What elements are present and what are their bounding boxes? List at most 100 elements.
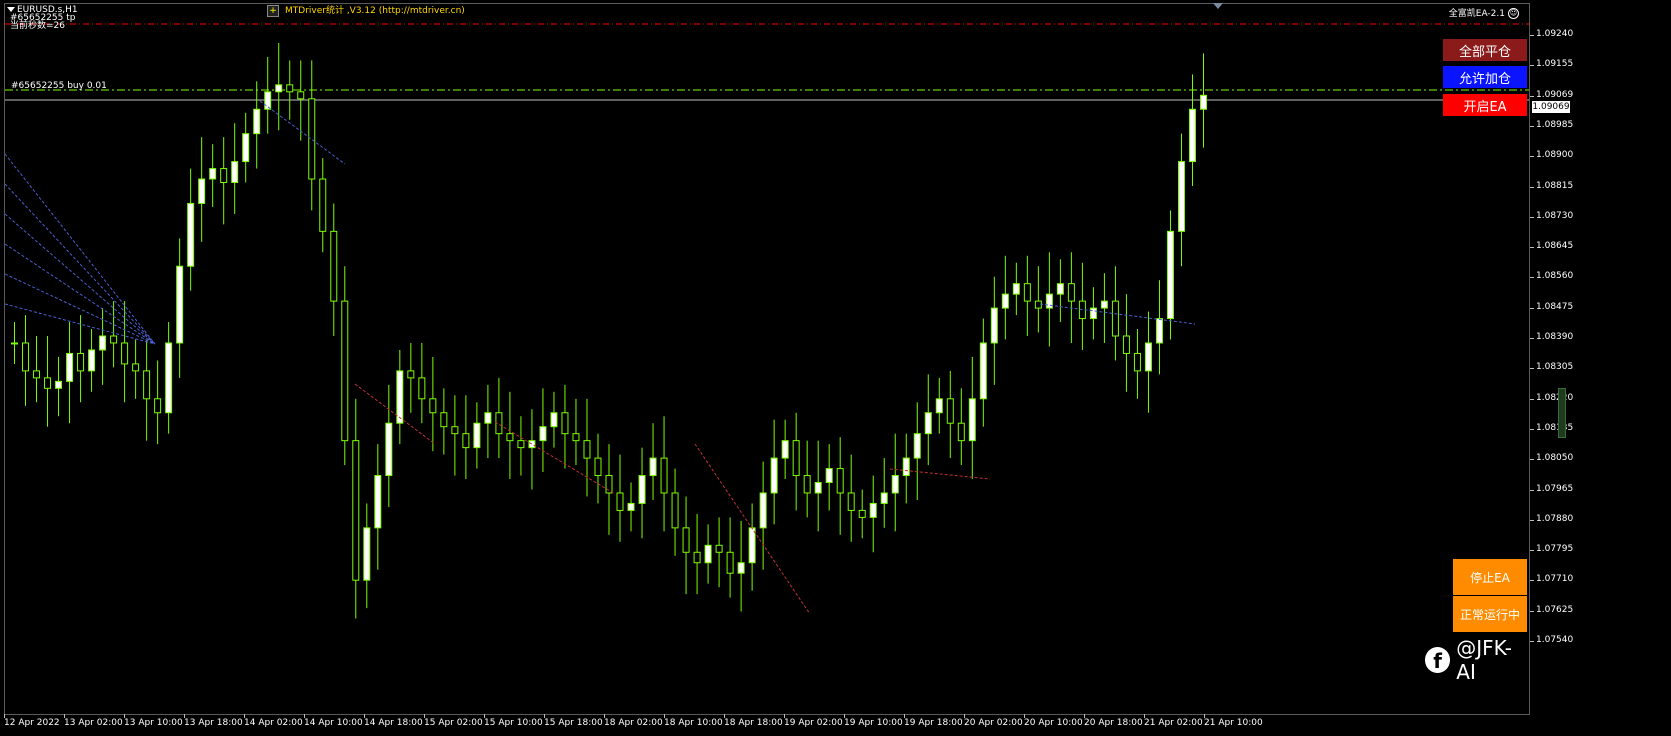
candle-body bbox=[231, 161, 239, 184]
y-tick: 1.08645 bbox=[1529, 241, 1574, 252]
chart-canvas[interactable] bbox=[5, 4, 1529, 714]
indicator-header: + MTDriver统计 ,V3.12 (http://mtdriver.cn) bbox=[267, 5, 465, 17]
x-tick: 15 Apr 18:00 bbox=[544, 714, 603, 728]
candle-body bbox=[704, 544, 712, 564]
allow-add-button[interactable]: 允许加仓 bbox=[1443, 66, 1527, 88]
candle-body bbox=[473, 422, 481, 449]
candle-body bbox=[1045, 293, 1053, 309]
y-tick: 1.08390 bbox=[1529, 332, 1574, 342]
candle-body bbox=[396, 370, 404, 424]
candle-body bbox=[1067, 283, 1075, 302]
candle-body bbox=[913, 433, 921, 459]
y-tick: 1.08220 bbox=[1529, 392, 1574, 403]
candle-body bbox=[22, 342, 30, 372]
candle-body bbox=[407, 370, 415, 379]
x-tick: 20 Apr 02:00 bbox=[964, 714, 1023, 728]
x-tick: 20 Apr 10:00 bbox=[1024, 714, 1083, 728]
watermark-text: @JFK-AI bbox=[1456, 636, 1512, 684]
plus-icon[interactable]: + bbox=[267, 5, 279, 17]
trade-link-line bbox=[5, 273, 156, 345]
candle-body bbox=[660, 457, 668, 494]
candle-body bbox=[484, 412, 492, 424]
y-tick: 1.07965 bbox=[1529, 483, 1574, 494]
candle-body bbox=[1023, 283, 1031, 302]
candle-body bbox=[946, 398, 954, 424]
candle-body bbox=[220, 168, 228, 184]
x-tick: 19 Apr 02:00 bbox=[784, 714, 843, 728]
candle-body bbox=[935, 398, 943, 414]
candle-body bbox=[869, 502, 877, 518]
candle-body bbox=[968, 398, 976, 442]
candle-body bbox=[1034, 300, 1042, 309]
chart-area[interactable]: EURUSD.s,H1 #65652255 tp 当前秒数=26 + MTDri… bbox=[4, 3, 1530, 715]
y-tick: 1.07880 bbox=[1529, 513, 1574, 524]
y-tick: 1.07795 bbox=[1529, 544, 1574, 555]
candle-body bbox=[1166, 230, 1174, 320]
candle-body bbox=[792, 440, 800, 477]
start-ea-button[interactable]: 开启EA bbox=[1443, 94, 1527, 116]
candle-body bbox=[517, 440, 525, 449]
y-tick: 1.08560 bbox=[1529, 271, 1574, 282]
candle-body bbox=[286, 84, 294, 93]
candle-body bbox=[616, 492, 624, 511]
candle-body bbox=[1144, 342, 1152, 372]
candle-body bbox=[451, 426, 459, 435]
candle-body bbox=[297, 91, 305, 100]
candle-body bbox=[715, 544, 723, 553]
y-tick: 1.08985 bbox=[1529, 119, 1574, 130]
candle-body bbox=[957, 422, 965, 442]
candle-body bbox=[440, 412, 448, 428]
candle-body bbox=[121, 342, 129, 365]
x-tick: 15 Apr 02:00 bbox=[424, 714, 483, 728]
candle-body bbox=[825, 468, 833, 484]
x-tick: 18 Apr 10:00 bbox=[664, 714, 723, 728]
y-tick: 1.09155 bbox=[1529, 59, 1574, 70]
candle-body bbox=[693, 551, 701, 564]
scroll-handle[interactable] bbox=[1558, 388, 1566, 438]
trade-link-line bbox=[5, 183, 156, 345]
candle-body bbox=[847, 492, 855, 511]
candle-body bbox=[594, 457, 602, 477]
y-tick: 1.07625 bbox=[1529, 604, 1574, 615]
candle-body bbox=[814, 482, 822, 494]
candle-body bbox=[308, 98, 316, 180]
x-tick: 14 Apr 18:00 bbox=[364, 714, 423, 728]
candle-body bbox=[198, 178, 206, 204]
candle-body bbox=[748, 527, 756, 564]
candle-body bbox=[649, 457, 657, 477]
candle-body bbox=[77, 352, 85, 372]
candle-body bbox=[374, 475, 382, 529]
shift-marker-icon[interactable] bbox=[1213, 3, 1223, 9]
candle-body bbox=[1001, 293, 1009, 309]
candle-body bbox=[1089, 307, 1097, 320]
candle-body bbox=[110, 335, 118, 344]
candle-body bbox=[55, 380, 63, 389]
facebook-icon: f bbox=[1425, 647, 1451, 673]
close-all-button[interactable]: 全部平仓 bbox=[1443, 39, 1527, 61]
x-tick: 15 Apr 10:00 bbox=[484, 714, 543, 728]
candle-body bbox=[781, 440, 789, 459]
position-label: #65652255 buy 0.01 bbox=[11, 81, 107, 91]
running-status-button[interactable]: 正常运行中 bbox=[1453, 596, 1527, 632]
candle-body bbox=[803, 475, 811, 494]
symbol-dropdown-icon[interactable] bbox=[7, 7, 15, 12]
price-axis[interactable]: 1.09240 1.09155 1.09069 1.08985 1.08900 1.088… bbox=[1529, 3, 1671, 715]
candle-body bbox=[1188, 108, 1196, 163]
y-tick: 1.07540 bbox=[1529, 635, 1574, 645]
x-tick: 13 Apr 10:00 bbox=[124, 714, 183, 728]
candle-body bbox=[759, 492, 767, 529]
x-tick: 18 Apr 18:00 bbox=[724, 714, 783, 728]
stop-ea-button[interactable]: 停止EA bbox=[1453, 559, 1527, 595]
candle-body bbox=[462, 433, 470, 449]
candle-body bbox=[627, 502, 635, 511]
candle-body bbox=[187, 202, 195, 267]
candle-body bbox=[528, 440, 536, 449]
indicator-title: MTDriver统计 ,V3.12 (http://mtdriver.cn) bbox=[285, 6, 465, 16]
candle-body bbox=[682, 527, 690, 553]
time-axis[interactable]: 12 Apr 2022 13 Apr 02:00 13 Apr 10:00 13 Ap… bbox=[0, 714, 1530, 736]
candle-body bbox=[902, 457, 910, 477]
candle-body bbox=[66, 352, 74, 382]
trade-link-line bbox=[5, 153, 156, 345]
x-tick: 14 Apr 02:00 bbox=[244, 714, 303, 728]
candle-body bbox=[726, 551, 734, 574]
